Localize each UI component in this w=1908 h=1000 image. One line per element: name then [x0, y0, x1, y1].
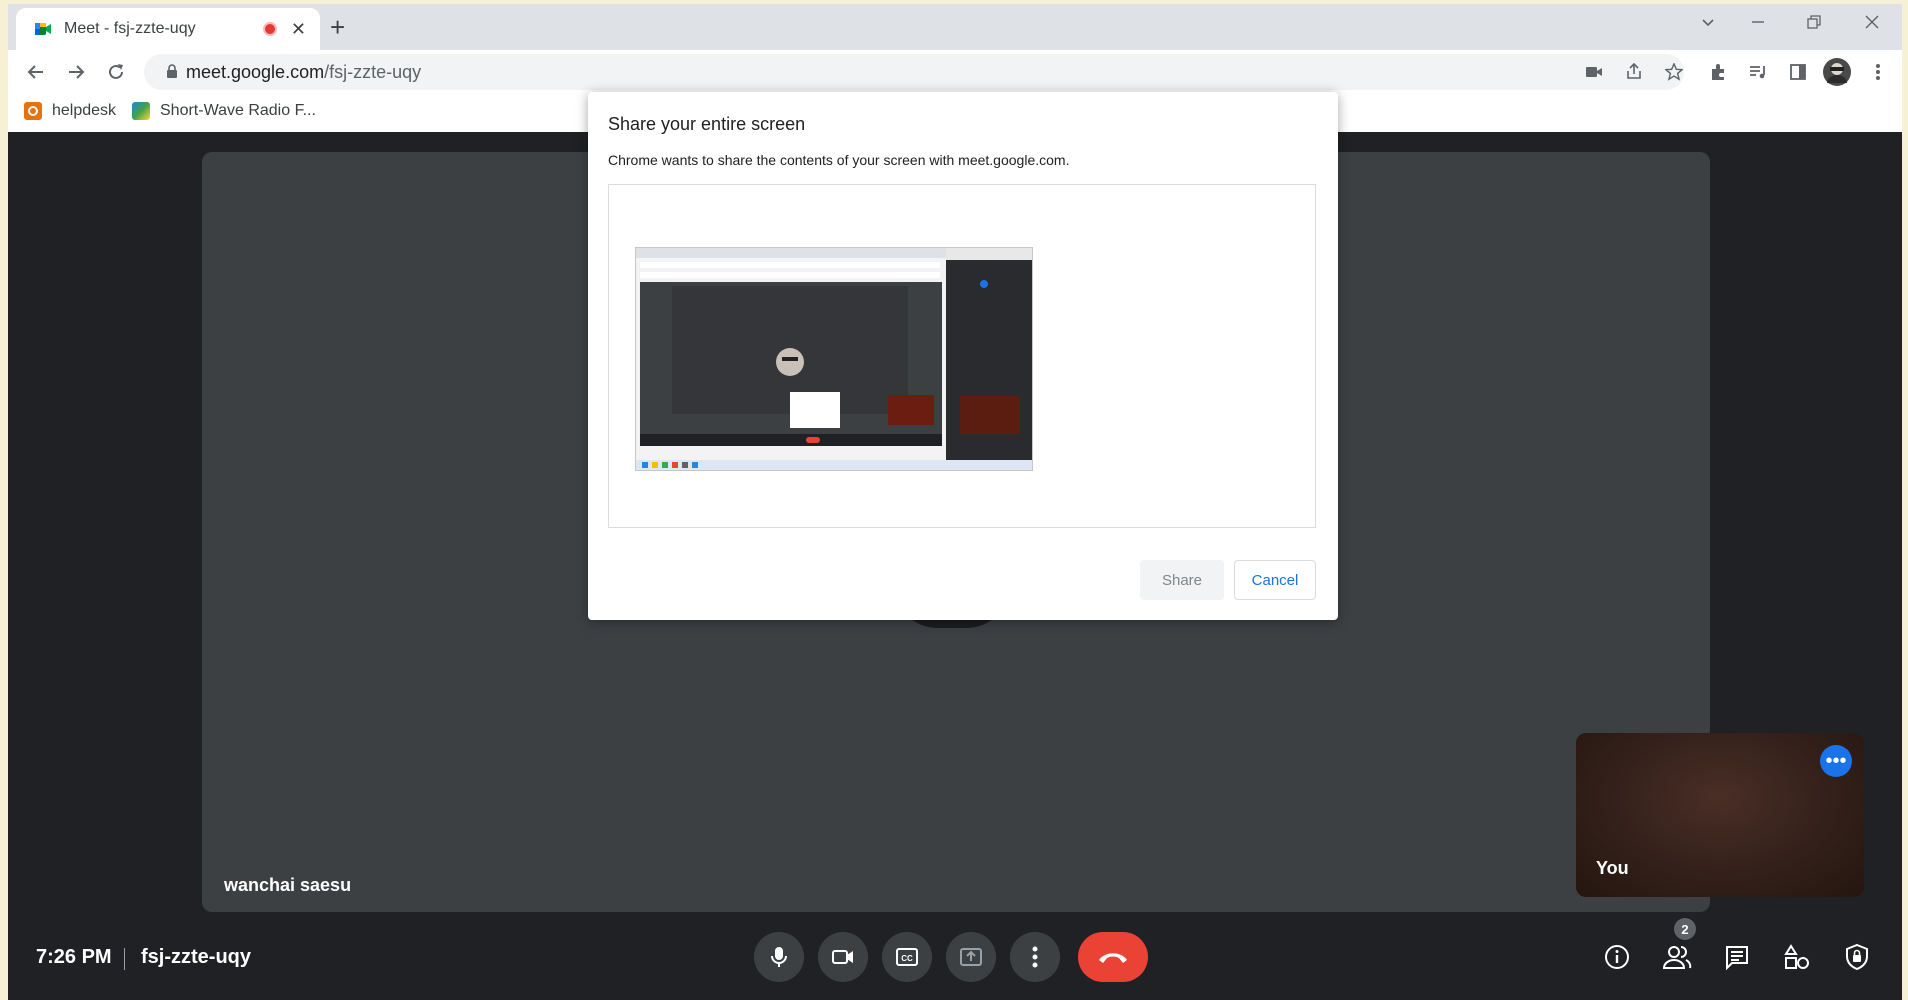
svg-text:CC: CC: [901, 954, 913, 963]
activities-icon: [1784, 944, 1809, 969]
share-button[interactable]: Share: [1140, 560, 1224, 600]
extensions-icon[interactable]: [1706, 60, 1730, 84]
url-text: meet.google.com/fsj-zzte-uqy: [186, 62, 421, 83]
more-options-icon: [1032, 946, 1038, 968]
new-tab-icon[interactable]: +: [330, 14, 345, 40]
self-label: You: [1596, 858, 1629, 878]
chat-icon: [1726, 946, 1748, 970]
self-view-tile[interactable]: ••• You: [1576, 733, 1864, 897]
tab-search-icon[interactable]: [1700, 14, 1716, 35]
browser-toolbar: meet.google.com/fsj-zzte-uqy: [8, 50, 1902, 94]
dialog-title: Share your entire screen: [608, 114, 806, 134]
google-meet-icon: [34, 20, 52, 38]
screen-thumbnail-image: [636, 248, 1032, 470]
back-icon[interactable]: [22, 58, 50, 86]
host-controls-button[interactable]: [1840, 940, 1874, 974]
meeting-controls-bar: 7:26 PM fsj-zzte-uqy CC 2: [8, 918, 1902, 1000]
recording-indicator-icon: [262, 22, 277, 36]
tab-title: Meet - fsj-zzte-uqy: [64, 20, 196, 37]
camera-icon: [832, 950, 853, 964]
separator: [124, 948, 125, 970]
bookmark-helpdesk[interactable]: helpdesk: [24, 102, 116, 120]
share-screen-dialog: Share your entire screen Chrome wants to…: [588, 92, 1338, 620]
info-icon: [1605, 945, 1629, 969]
chrome-menu-icon[interactable]: [1866, 60, 1890, 84]
captions-icon: CC: [896, 948, 918, 966]
host-controls-icon: [1846, 943, 1868, 971]
share-page-icon[interactable]: [1622, 60, 1646, 84]
reload-icon[interactable]: [102, 58, 130, 86]
camera-in-use-icon[interactable]: [1582, 60, 1606, 84]
profile-avatar[interactable]: [1822, 57, 1852, 87]
people-button[interactable]: [1660, 940, 1694, 974]
forward-icon[interactable]: [62, 58, 90, 86]
captions-button[interactable]: CC: [882, 932, 932, 982]
microphone-icon: [771, 947, 787, 967]
activities-button[interactable]: [1780, 940, 1814, 974]
bookmark-label: helpdesk: [52, 102, 117, 119]
close-window-icon[interactable]: [1864, 14, 1880, 35]
microphone-button[interactable]: [754, 932, 804, 982]
leave-call-button[interactable]: [1078, 932, 1148, 982]
bookmark-star-icon[interactable]: [1662, 60, 1686, 84]
cancel-button[interactable]: Cancel: [1234, 560, 1316, 600]
url-host: meet.google.com: [186, 62, 325, 82]
address-bar[interactable]: meet.google.com/fsj-zzte-uqy: [144, 54, 1684, 90]
chat-button[interactable]: [1720, 940, 1754, 974]
minimize-icon[interactable]: [1750, 14, 1766, 35]
url-path: /fsj-zzte-uqy: [324, 62, 422, 82]
meeting-time: 7:26 PM: [36, 946, 112, 968]
bookmark-short-wave-radio[interactable]: Short-Wave Radio F...: [132, 102, 316, 120]
screen-thumbnail[interactable]: [635, 247, 1033, 471]
participant-name: wanchai saesu: [224, 875, 352, 895]
side-panel-icon[interactable]: [1786, 60, 1810, 84]
tab-meet[interactable]: Meet - fsj-zzte-uqy ✕: [16, 8, 320, 50]
camera-button[interactable]: [818, 932, 868, 982]
people-icon: [1662, 946, 1692, 969]
present-button[interactable]: [946, 932, 996, 982]
present-icon: [960, 948, 982, 966]
people-count-badge: 2: [1674, 918, 1696, 940]
helpdesk-icon: [24, 102, 42, 120]
restore-icon[interactable]: [1806, 14, 1822, 35]
tab-close-icon[interactable]: ✕: [291, 20, 306, 38]
hangup-icon: [1099, 953, 1127, 963]
tab-bar: Meet - fsj-zzte-uqy ✕ +: [8, 4, 1902, 50]
screen-preview-area: [608, 184, 1316, 528]
meeting-code: fsj-zzte-uqy: [141, 946, 251, 968]
lock-icon[interactable]: [166, 64, 178, 83]
radio-site-icon: [132, 102, 150, 120]
meeting-details-button[interactable]: [1600, 940, 1634, 974]
self-view-more-icon[interactable]: •••: [1820, 745, 1852, 777]
media-controls-icon[interactable]: [1746, 60, 1770, 84]
more-options-button[interactable]: [1010, 932, 1060, 982]
bookmark-label: Short-Wave Radio F...: [160, 102, 316, 119]
dialog-description: Chrome wants to share the contents of yo…: [608, 152, 1070, 168]
browser-window: Meet - fsj-zzte-uqy ✕ + meet.google.com/…: [8, 4, 1902, 1000]
